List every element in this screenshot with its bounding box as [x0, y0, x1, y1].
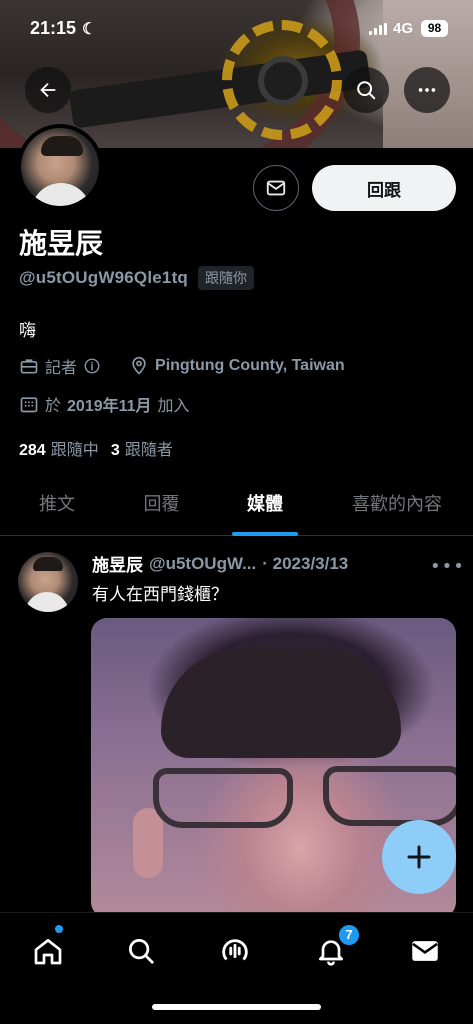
- status-bar: 21:15 ☾ 4G 98: [0, 14, 473, 46]
- location-pin-icon: [132, 356, 146, 375]
- joined-date: 2019年11月: [67, 398, 152, 415]
- status-time: 21:15: [30, 18, 77, 38]
- banner-hub: [258, 56, 308, 106]
- profile-occupation: 記者: [45, 358, 78, 377]
- nav-search[interactable]: [121, 931, 161, 971]
- tweet-more-icon[interactable]: •••: [430, 556, 465, 577]
- back-button[interactable]: [25, 67, 71, 113]
- search-button[interactable]: [343, 67, 389, 113]
- home-indicator[interactable]: [152, 1004, 321, 1010]
- message-button[interactable]: [253, 165, 299, 211]
- tab-replies[interactable]: 回覆: [114, 470, 209, 535]
- nav-messages[interactable]: [405, 931, 445, 971]
- tweet-text: 有人在西門錢櫃？: [92, 585, 228, 605]
- signal-icon: [369, 23, 387, 35]
- home-unread-dot: [55, 925, 63, 933]
- profile-avatar[interactable]: [17, 124, 103, 210]
- follows-you-badge: 跟隨你: [198, 266, 255, 290]
- search-icon: [129, 939, 154, 964]
- followers-link[interactable]: 3 跟隨者: [111, 436, 173, 460]
- tweet-avatar[interactable]: [18, 552, 78, 612]
- followers-count: 3: [110, 442, 120, 459]
- following-count: 284: [19, 442, 46, 459]
- tab-media[interactable]: 媒體: [209, 470, 321, 535]
- info-icon[interactable]: [83, 357, 101, 375]
- arrow-left-icon: [40, 82, 56, 98]
- tweet-handle: @u5tOUgW...: [149, 553, 257, 573]
- search-icon: [357, 81, 376, 100]
- moon-icon: ☾: [82, 21, 97, 38]
- profile-location: Pingtung County, Taiwan: [155, 357, 345, 374]
- profile-bio: 嗨: [19, 321, 36, 341]
- nav-spaces[interactable]: [215, 931, 255, 971]
- profile-handle: @u5tOUgW96Qle1tq: [19, 268, 189, 287]
- battery-icon: 98: [421, 20, 448, 37]
- follow-back-button[interactable]: 回跟: [312, 165, 456, 211]
- nav-home[interactable]: [28, 931, 68, 971]
- profile-meta-row: 記者 Pingtung County, Taiwan: [19, 354, 345, 378]
- network-type: 4G: [393, 20, 414, 37]
- home-icon: [34, 939, 62, 965]
- tweet-author[interactable]: 施昱辰: [92, 551, 143, 576]
- calendar-icon: [20, 397, 38, 413]
- following-label: 跟隨中: [50, 440, 99, 459]
- joined-prefix: 於: [45, 396, 62, 415]
- follow-counts: 284 跟隨中 3 跟隨者: [19, 436, 173, 460]
- notifications-badge: 7: [337, 923, 361, 947]
- more-icon: [418, 88, 436, 92]
- more-button[interactable]: [404, 67, 450, 113]
- handle-row: @u5tOUgW96Qle1tq 跟隨你: [19, 266, 255, 290]
- joined-suffix: 加入: [157, 396, 190, 415]
- spaces-icon: [222, 939, 248, 961]
- profile-tabs: 推文 回覆 媒體 喜歡的內容: [0, 470, 473, 536]
- tweet-date[interactable]: · 2023/3/13: [262, 554, 348, 574]
- tweet-header: 施昱辰 @u5tOUgW... · 2023/3/13: [92, 551, 348, 577]
- plus-icon: [407, 845, 431, 869]
- tab-posts[interactable]: 推文: [0, 470, 114, 535]
- following-link[interactable]: 284 跟隨中: [19, 436, 99, 460]
- briefcase-icon: [20, 359, 38, 374]
- profile-joined-row: 於 2019年11月 加入: [19, 392, 190, 416]
- compose-button[interactable]: [382, 820, 456, 894]
- followers-label: 跟隨者: [124, 440, 173, 459]
- profile-name: 施昱辰: [19, 227, 104, 260]
- tab-likes[interactable]: 喜歡的內容: [321, 470, 473, 535]
- mail-icon: [412, 941, 438, 961]
- mail-icon: [266, 180, 286, 196]
